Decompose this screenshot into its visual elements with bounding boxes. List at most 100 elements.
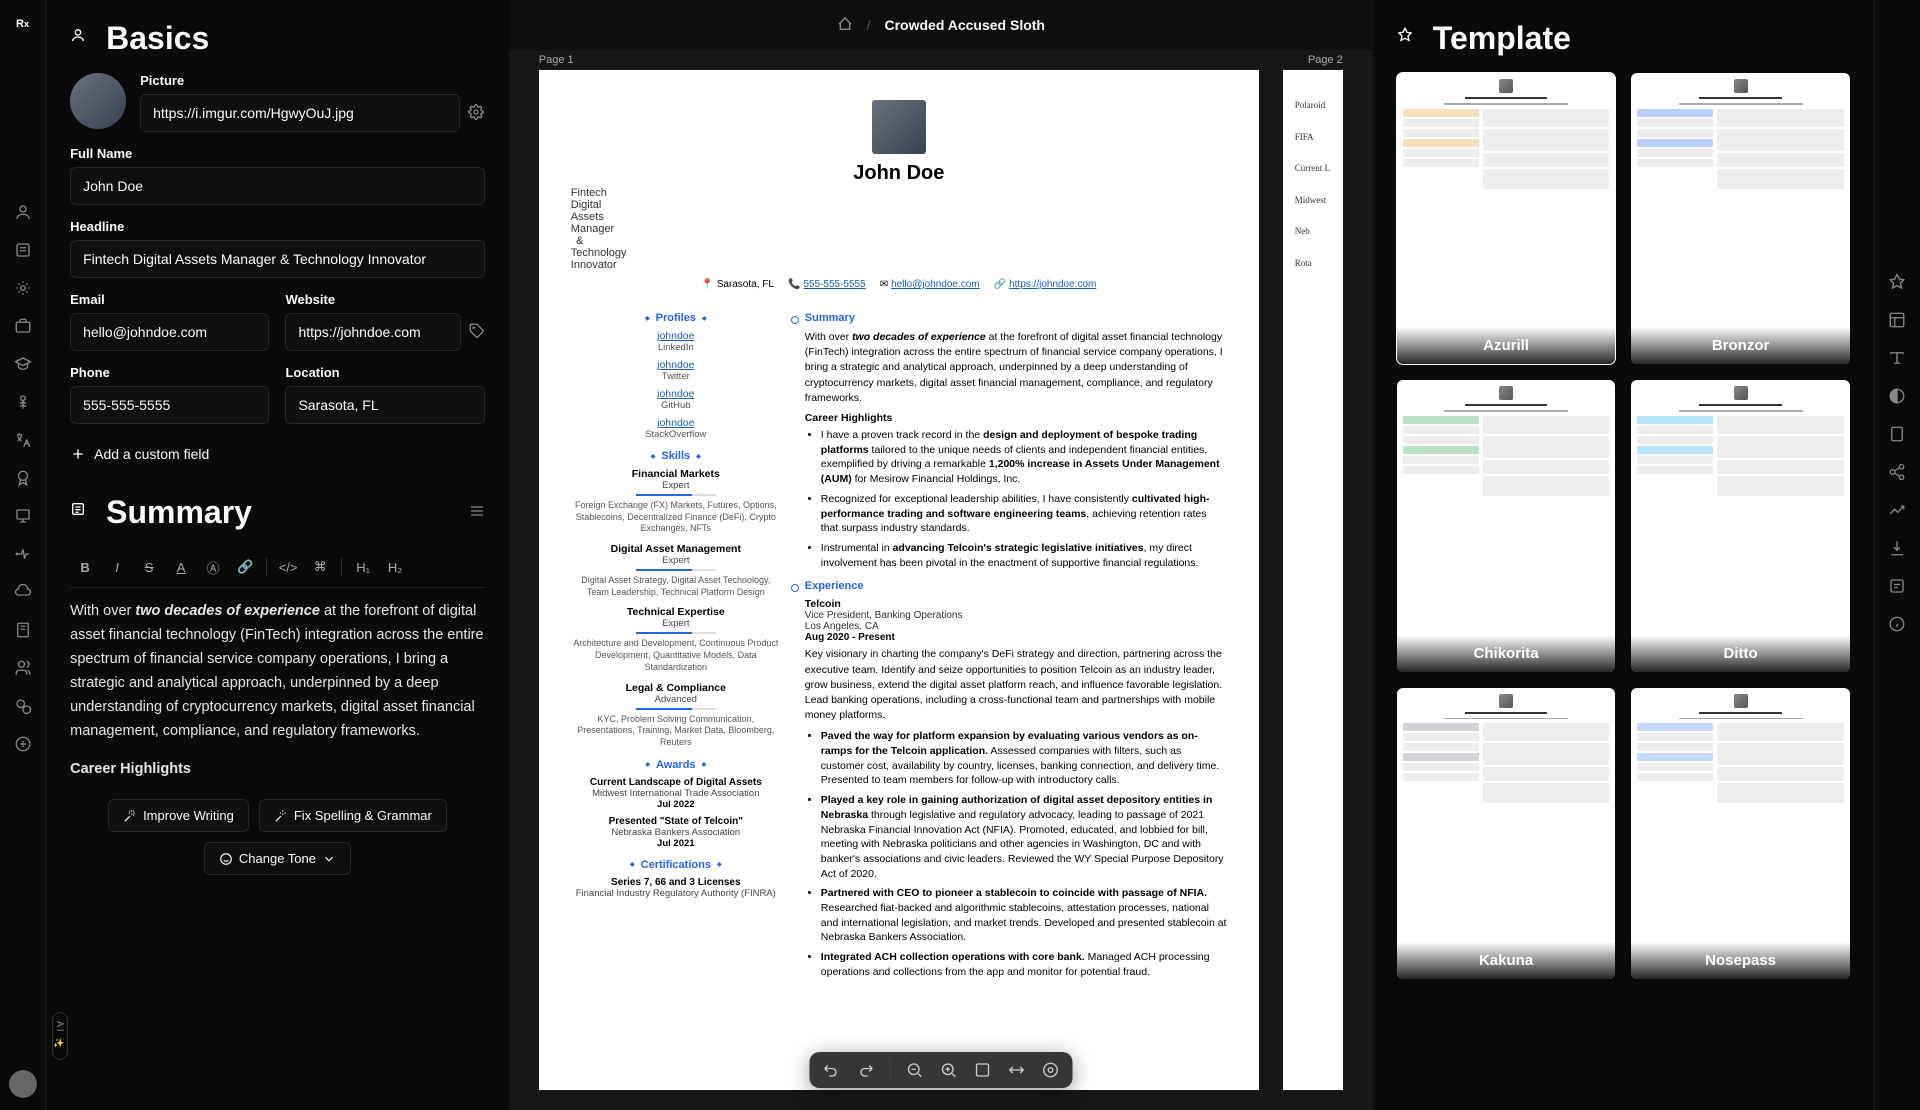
nav-basics-icon[interactable]	[7, 196, 39, 228]
picture-settings-icon[interactable]	[468, 104, 485, 123]
highlight-item: Instrumental in advancing Telcoin's stra…	[821, 541, 1227, 570]
center-canvas: / Crowded Accused Sloth Page 1 Page 2 Jo…	[509, 0, 1373, 1110]
nav-awards-icon[interactable]	[7, 462, 39, 494]
redo-button[interactable]	[855, 1060, 875, 1080]
left-edit-panel: Basics Picture Full Name Headline Email	[46, 0, 509, 1110]
nav-profiles-icon[interactable]	[7, 272, 39, 304]
zoom-out-button[interactable]	[904, 1060, 924, 1080]
skill-item: Technical ExpertiseExpertArchitecture an…	[571, 606, 781, 673]
nav-certifications-icon[interactable]	[7, 500, 39, 532]
bold-button[interactable]: B	[70, 553, 100, 581]
export-tab-icon[interactable]	[1881, 532, 1913, 564]
page2-fragment: Polaroid	[1295, 90, 1337, 122]
improve-writing-button[interactable]: Improve Writing	[108, 799, 249, 832]
summary-heading: Summary	[106, 494, 252, 531]
picture-avatar[interactable]	[70, 73, 126, 129]
headline-label: Headline	[70, 219, 485, 234]
statistics-tab-icon[interactable]	[1881, 494, 1913, 526]
nav-publications-icon[interactable]	[7, 614, 39, 646]
experience-bullet: Partnered with CEO to pioneer a stableco…	[821, 886, 1227, 945]
fit-width-button[interactable]	[1006, 1060, 1026, 1080]
email-input[interactable]	[70, 313, 269, 351]
undo-button[interactable]	[821, 1060, 841, 1080]
nav-education-icon[interactable]	[7, 348, 39, 380]
resume-page-2[interactable]: PolaroidFIFACurrent LMidwestNebRota	[1283, 70, 1343, 1090]
picture-label: Picture	[140, 73, 485, 88]
experience-bullet: Paved the way for platform expansion by …	[821, 729, 1227, 788]
link-button[interactable]: 🔗	[230, 553, 260, 581]
awards-section-title: Awards	[571, 759, 781, 771]
template-label: Ditto	[1631, 635, 1850, 672]
template-card-azurill[interactable]: Azurill	[1397, 73, 1616, 364]
nav-references-icon[interactable]	[7, 690, 39, 722]
nav-experience-icon[interactable]	[7, 310, 39, 342]
website-input[interactable]	[285, 313, 460, 351]
change-tone-button[interactable]: Change Tone	[204, 842, 351, 875]
resume-site: 🔗 https://johndoe.com	[994, 279, 1097, 290]
nav-interests-icon[interactable]	[7, 538, 39, 570]
experience-section-title: Experience	[805, 580, 1227, 592]
h2-button[interactable]: H₂	[380, 553, 410, 581]
template-label: Bronzor	[1631, 327, 1850, 364]
user-avatar[interactable]	[9, 1070, 37, 1098]
breadcrumb-bar: / Crowded Accused Sloth	[509, 0, 1373, 50]
ai-badge: AI ✨	[52, 1012, 68, 1060]
text-color-button[interactable]: A	[166, 553, 196, 581]
template-card-ditto[interactable]: Ditto	[1631, 380, 1850, 671]
website-label: Website	[285, 292, 484, 307]
typography-tab-icon[interactable]	[1881, 342, 1913, 374]
fullname-input[interactable]	[70, 167, 485, 205]
template-heading: Template	[1433, 20, 1571, 57]
summary-editor[interactable]: With over two decades of experience at t…	[70, 600, 485, 781]
template-card-chikorita[interactable]: Chikorita	[1397, 380, 1616, 671]
layout-tab-icon[interactable]	[1881, 304, 1913, 336]
theme-tab-icon[interactable]	[1881, 380, 1913, 412]
website-tag-icon[interactable]	[469, 323, 485, 342]
share-tab-icon[interactable]	[1881, 456, 1913, 488]
codeblock-button[interactable]: ⌘	[305, 553, 335, 581]
page2-fragment: Current L	[1295, 153, 1337, 185]
h1-button[interactable]: H₁	[348, 553, 378, 581]
notes-tab-icon[interactable]	[1881, 570, 1913, 602]
add-custom-field-button[interactable]: Add a custom field	[70, 438, 485, 470]
info-tab-icon[interactable]	[1881, 608, 1913, 640]
nav-skills-icon[interactable]	[7, 386, 39, 418]
nav-volunteering-icon[interactable]	[7, 652, 39, 684]
strike-button[interactable]: S	[134, 553, 164, 581]
resume-summary-text: With over two decades of experience at t…	[805, 330, 1227, 406]
zoom-reset-button[interactable]	[972, 1060, 992, 1080]
summary-menu-icon[interactable]	[469, 503, 485, 522]
template-icon	[1397, 27, 1421, 51]
page-tab-icon[interactable]	[1881, 418, 1913, 450]
resume-highlights-title: Career Highlights	[805, 412, 1227, 424]
basics-heading: Basics	[106, 20, 209, 57]
home-icon[interactable]	[837, 16, 853, 35]
highlight-button[interactable]: Ⓐ	[198, 553, 228, 581]
resume-page-1[interactable]: John Doe Fintech Digital Assets Manager …	[539, 70, 1259, 1090]
resume-photo	[872, 100, 926, 154]
template-card-nosepass[interactable]: Nosepass	[1631, 688, 1850, 979]
fix-spelling-button[interactable]: Fix Spelling & Grammar	[259, 799, 447, 832]
nav-add-section-icon[interactable]	[7, 728, 39, 760]
app-logo[interactable]: Rx	[11, 12, 35, 36]
page-1-label: Page 1	[539, 54, 574, 66]
headline-input[interactable]	[70, 240, 485, 278]
location-input[interactable]	[285, 386, 484, 424]
template-label: Nosepass	[1631, 942, 1850, 979]
italic-button[interactable]: I	[102, 553, 132, 581]
zoom-in-button[interactable]	[938, 1060, 958, 1080]
template-tab-icon[interactable]	[1881, 266, 1913, 298]
center-button[interactable]	[1040, 1060, 1060, 1080]
picture-url-input[interactable]	[140, 94, 460, 132]
highlight-item: I have a proven track record in the desi…	[821, 428, 1227, 487]
phone-input[interactable]	[70, 386, 269, 424]
template-card-bronzor[interactable]: Bronzor	[1631, 73, 1850, 364]
nav-languages-icon[interactable]	[7, 424, 39, 456]
code-button[interactable]: </>	[273, 553, 303, 581]
nav-summary-icon[interactable]	[7, 234, 39, 266]
breadcrumb-title: Crowded Accused Sloth	[884, 17, 1045, 33]
template-card-kakuna[interactable]: Kakuna	[1397, 688, 1616, 979]
resume-name: John Doe	[571, 162, 1227, 185]
nav-projects-icon[interactable]	[7, 576, 39, 608]
certs-section-title: Certifications	[571, 859, 781, 871]
